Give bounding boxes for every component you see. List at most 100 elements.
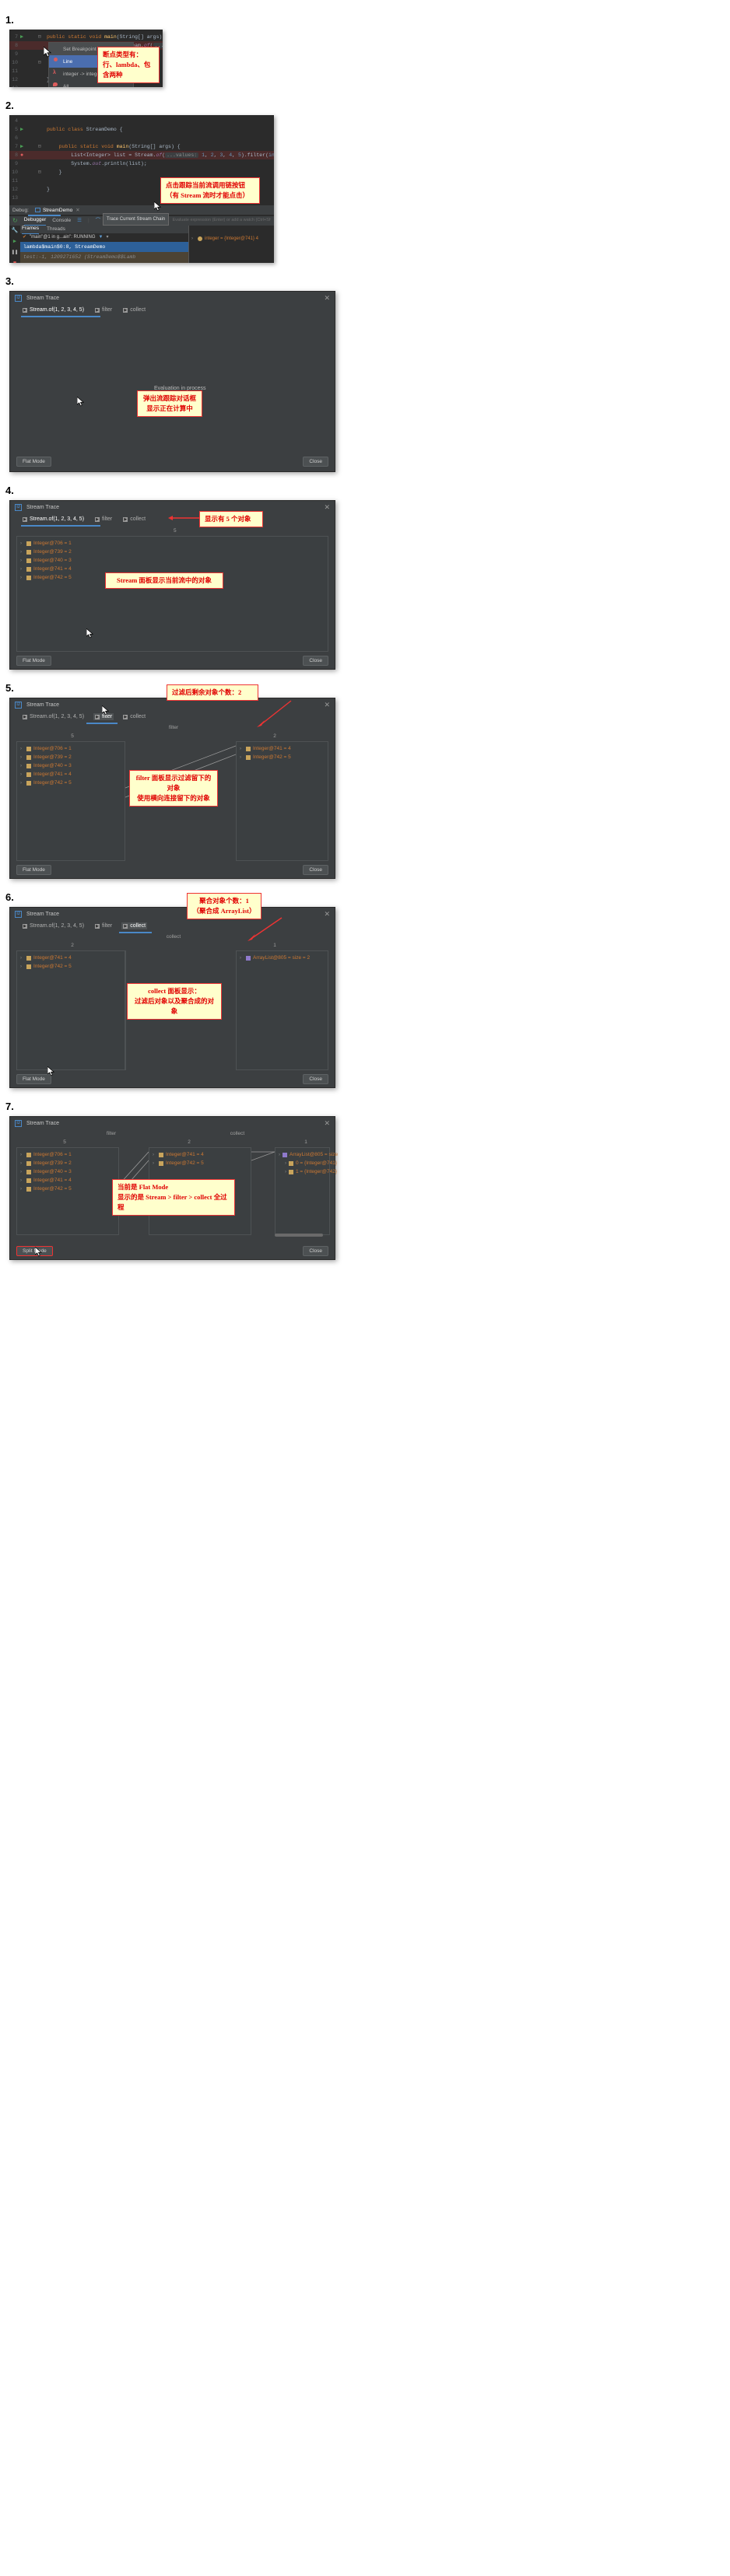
panel-3: 3. IJ Stream Trace ✕ ▶ Stream.of(1, 2, 3…	[0, 275, 730, 472]
close-icon[interactable]: ✕	[324, 910, 330, 919]
integer-object-icon	[26, 754, 31, 760]
list-item[interactable]: › Integer@706 = 1	[17, 1150, 118, 1159]
stage-label-filter: filter	[106, 1131, 117, 1136]
list-item[interactable]: › Integer@741 = 4	[237, 744, 328, 753]
integer-object-icon	[26, 1152, 31, 1157]
tab-filter[interactable]: ▶ filter	[93, 306, 114, 313]
annotation-panel-6-top: 聚合对象个数：1 （聚合成 ArrayList）	[187, 893, 261, 919]
tab-stream-of[interactable]: ▶ Stream.of(1, 2, 3, 4, 5)	[21, 306, 86, 313]
dialog-footer: Flat Mode Close	[10, 653, 335, 669]
run-config-icon	[34, 208, 40, 212]
list-item[interactable]: › ArrayList@805 = size	[276, 1150, 338, 1159]
list-item[interactable]: › Integer@741 = 4	[17, 1176, 118, 1185]
flat-mode-button[interactable]: Flat Mode	[16, 1074, 51, 1084]
tab-stream-of[interactable]: ▶ Stream.of(1, 2, 3, 4, 5)	[21, 713, 86, 720]
tab-collect[interactable]: ▶ collect	[121, 516, 147, 523]
left-count: 5	[71, 733, 74, 739]
list-item[interactable]: › Integer@741 = 4	[17, 770, 125, 779]
settings-icon[interactable]: 🔧	[12, 227, 19, 236]
integer-object-icon	[246, 746, 251, 751]
close-button[interactable]: Close	[303, 1246, 328, 1256]
right-count: 1	[273, 943, 276, 948]
resume-icon[interactable]: ▶	[13, 238, 16, 247]
list-item[interactable]: › Integer@742 = 5	[149, 1159, 251, 1167]
trace-stream-tooltip: Trace Current Stream Chain	[103, 213, 170, 226]
step-over-icon[interactable]: ⌒	[96, 216, 101, 225]
close-icon[interactable]: ✕	[324, 503, 330, 512]
tab-threads[interactable]: Threads	[47, 225, 65, 233]
tab-filter[interactable]: ▶ filter	[93, 516, 114, 523]
chevron-down-icon[interactable]: ▾	[107, 233, 109, 242]
annotation-panel-6-mid: collect 面板显示： 过滤后对象以及聚合成的对象	[127, 983, 222, 1020]
annotation-panel-2: 点击跟踪当前流调用链按钮 （有 Stream 流时才能点击）	[160, 177, 260, 204]
stage-icon: ▶	[23, 516, 27, 522]
list-item[interactable]: › Integer@706 = 1	[17, 539, 328, 548]
menu-item-label: Line	[63, 58, 73, 65]
trace-pane-col1: › Integer@706 = 1 › Integer@739 = 2 › Integ…	[16, 1147, 119, 1235]
horizontal-scrollbar[interactable]	[275, 1234, 323, 1237]
tab-stream-of[interactable]: ▶ Stream.of(1, 2, 3, 4, 5)	[21, 516, 86, 523]
list-item[interactable]: › 0 = {Integer@741}	[276, 1159, 337, 1167]
pause-icon[interactable]: ❚❚	[12, 249, 18, 257]
layout-icon[interactable]: ☰	[77, 216, 82, 225]
list-item[interactable]: › Integer@740 = 3	[17, 556, 328, 565]
lambda-icon: λ	[53, 70, 56, 75]
flat-mode-button[interactable]: Flat Mode	[16, 457, 51, 467]
tab-filter[interactable]: ▶ filter	[93, 922, 114, 929]
debug-config-name[interactable]: StreamDemo	[43, 206, 72, 215]
list-item[interactable]: › Integer@742 = 5	[17, 779, 125, 787]
flat-mode-button[interactable]: Flat Mode	[16, 656, 51, 666]
arraylist-object-icon	[283, 1152, 287, 1157]
close-button[interactable]: Close	[303, 865, 328, 875]
integer-object-icon	[26, 1178, 31, 1183]
close-button[interactable]: Close	[303, 457, 328, 467]
tab-label: collect	[130, 516, 146, 522]
line-number: 8	[15, 43, 18, 48]
list-item[interactable]: › Integer@740 = 3	[17, 761, 125, 770]
dialog-title: Stream Trace	[26, 911, 60, 917]
integer-object-icon	[26, 746, 31, 751]
close-icon[interactable]: ✕	[324, 701, 330, 709]
stage-icon: ▶	[123, 923, 128, 929]
integer-object-icon	[26, 1160, 31, 1166]
close-icon[interactable]: ✕	[75, 206, 79, 215]
list-item[interactable]: › ArrayList@805 = size = 2	[237, 954, 328, 962]
line-number: 12	[12, 77, 18, 82]
tab-console[interactable]: Console	[52, 216, 71, 225]
filter-icon[interactable]: ▼	[99, 233, 104, 242]
list-item[interactable]: › Integer@741 = 4	[17, 954, 125, 962]
tab-label: collect	[130, 923, 146, 929]
list-item[interactable]: › Integer@742 = 5	[17, 962, 125, 971]
stream-trace-dialog-3: IJ Stream Trace ✕ ▶ Stream.of(1, 2, 3, 4…	[9, 291, 335, 472]
integer-object-icon	[26, 549, 31, 555]
list-item[interactable]: › Integer@739 = 2	[17, 1159, 118, 1167]
list-item[interactable]: › Integer@739 = 2	[17, 753, 125, 761]
stage-tabs: ▶ Stream.of(1, 2, 3, 4, 5) ▶ filter ▶ co…	[10, 920, 335, 932]
list-item[interactable]: › Integer@741 = 4	[149, 1150, 251, 1159]
list-item[interactable]: › Integer@740 = 3	[17, 1167, 118, 1176]
tab-stream-of[interactable]: ▶ Stream.of(1, 2, 3, 4, 5)	[21, 922, 86, 929]
trace-pane-right: › Integer@741 = 4 › Integer@742 = 5	[236, 741, 328, 861]
thread-selector[interactable]: ✔ "main"@1 in g...ain": RUNNING ▼ ▾	[20, 233, 188, 242]
stage-icon: ▶	[123, 307, 128, 313]
flat-mode-button[interactable]: Flat Mode	[16, 865, 51, 875]
frame-item[interactable]: test:-1, 1209271652 (StreamDemo$$Lamb	[20, 251, 188, 262]
rerun-icon[interactable]: ↻	[12, 216, 18, 225]
frame-item[interactable]: lambda$main$0:8, StreamDemo	[20, 241, 188, 252]
frame-item[interactable]: accept:176, ReferencePipeline$2$1 (java.…	[20, 261, 188, 263]
arrow-to-count	[168, 516, 201, 520]
list-item[interactable]: › Integer@742 = 5	[237, 753, 328, 761]
list-item[interactable]: › Integer@739 = 2	[17, 548, 328, 556]
step-number-5: 5.	[5, 682, 14, 694]
list-item[interactable]: › 1 = {Integer@742}	[276, 1167, 337, 1176]
close-button[interactable]: Close	[303, 1074, 328, 1084]
list-item[interactable]: › Integer@742 = 5	[17, 1185, 118, 1193]
tab-collect[interactable]: ▶ collect	[121, 922, 148, 929]
tab-collect[interactable]: ▶ collect	[121, 306, 147, 313]
list-item[interactable]: › Integer@706 = 1	[17, 744, 125, 753]
stop-icon[interactable]: ■	[13, 260, 16, 264]
close-button[interactable]: Close	[303, 656, 328, 666]
close-icon[interactable]: ✕	[324, 1119, 330, 1128]
tab-collect[interactable]: ▶ collect	[121, 713, 147, 720]
close-icon[interactable]: ✕	[324, 294, 330, 303]
